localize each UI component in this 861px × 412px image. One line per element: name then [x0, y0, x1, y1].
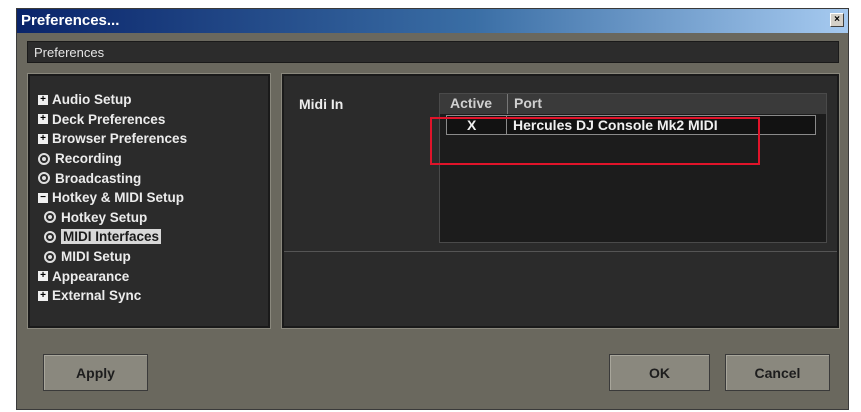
- settings-content-panel: Midi In Active Port X Hercules DJ Consol…: [281, 73, 840, 329]
- tree-item-label: Hotkey Setup: [61, 209, 148, 225]
- expand-icon[interactable]: +: [38, 94, 48, 105]
- close-button[interactable]: ×: [830, 13, 844, 27]
- ok-button[interactable]: OK: [609, 354, 710, 391]
- panel-divider: [284, 251, 837, 252]
- leaf-bullet-icon: [44, 230, 56, 243]
- tree-item-label: Hotkey & MIDI Setup: [52, 190, 185, 206]
- tree-item-deck-preferences[interactable]: + Deck Preferences: [38, 110, 187, 130]
- tree-item-hotkey-midi-setup[interactable]: − Hotkey & MIDI Setup: [38, 188, 187, 208]
- tree-item-label: Deck Preferences: [52, 111, 166, 127]
- tree-item-label: Recording: [55, 151, 122, 167]
- tree-item-label: Browser Preferences: [52, 131, 188, 147]
- tree-item-appearance[interactable]: + Appearance: [38, 266, 187, 286]
- tree-item-label: Audio Setup: [52, 92, 132, 108]
- tree-item-browser-preferences[interactable]: + Browser Preferences: [38, 129, 187, 149]
- leaf-bullet-icon: [44, 211, 56, 224]
- tree-item-hotkey-setup[interactable]: Hotkey Setup: [38, 208, 187, 228]
- tree-item-broadcasting[interactable]: Broadcasting: [38, 168, 187, 188]
- midi-devices-table[interactable]: Active Port X Hercules DJ Console Mk2 MI…: [439, 93, 827, 243]
- table-header: Active Port: [440, 94, 826, 114]
- expand-icon[interactable]: +: [38, 290, 48, 301]
- leaf-bullet-icon: [38, 172, 50, 185]
- window-title: Preferences...: [21, 12, 120, 29]
- column-header-port[interactable]: Port: [514, 95, 542, 111]
- tree-item-label: MIDI Setup: [61, 249, 131, 265]
- tree-item-label: External Sync: [52, 288, 142, 304]
- tree-item-label-selected: MIDI Interfaces: [61, 229, 162, 245]
- tree-item-recording[interactable]: Recording: [38, 149, 187, 169]
- tree-item-label: Broadcasting: [55, 170, 142, 186]
- apply-button[interactable]: Apply: [43, 354, 148, 391]
- cancel-button[interactable]: Cancel: [725, 354, 830, 391]
- category-tree: + Audio Setup + Deck Preferences + Brows…: [38, 90, 187, 306]
- category-tree-panel: + Audio Setup + Deck Preferences + Brows…: [27, 73, 271, 329]
- collapse-icon[interactable]: −: [38, 192, 48, 203]
- expand-icon[interactable]: +: [38, 114, 48, 125]
- header-bar: Preferences: [27, 41, 839, 63]
- tree-item-midi-setup[interactable]: MIDI Setup: [38, 247, 187, 267]
- leaf-bullet-icon: [44, 250, 56, 263]
- tree-item-external-sync[interactable]: + External Sync: [38, 286, 187, 306]
- header-title: Preferences: [34, 45, 105, 60]
- expand-icon[interactable]: +: [38, 271, 48, 282]
- column-divider: [507, 94, 508, 114]
- column-header-active[interactable]: Active: [450, 95, 492, 111]
- tree-item-audio-setup[interactable]: + Audio Setup: [38, 90, 187, 110]
- expand-icon[interactable]: +: [38, 133, 48, 144]
- midi-in-label: Midi In: [299, 96, 344, 112]
- tree-item-midi-interfaces[interactable]: MIDI Interfaces: [38, 227, 187, 247]
- title-bar[interactable]: Preferences... ×: [17, 9, 848, 33]
- preferences-window: Preferences... × Preferences + Audio Set…: [16, 8, 849, 410]
- annotation-highlight-box: [430, 117, 760, 165]
- tree-item-label: Appearance: [52, 268, 130, 284]
- leaf-bullet-icon: [38, 152, 50, 165]
